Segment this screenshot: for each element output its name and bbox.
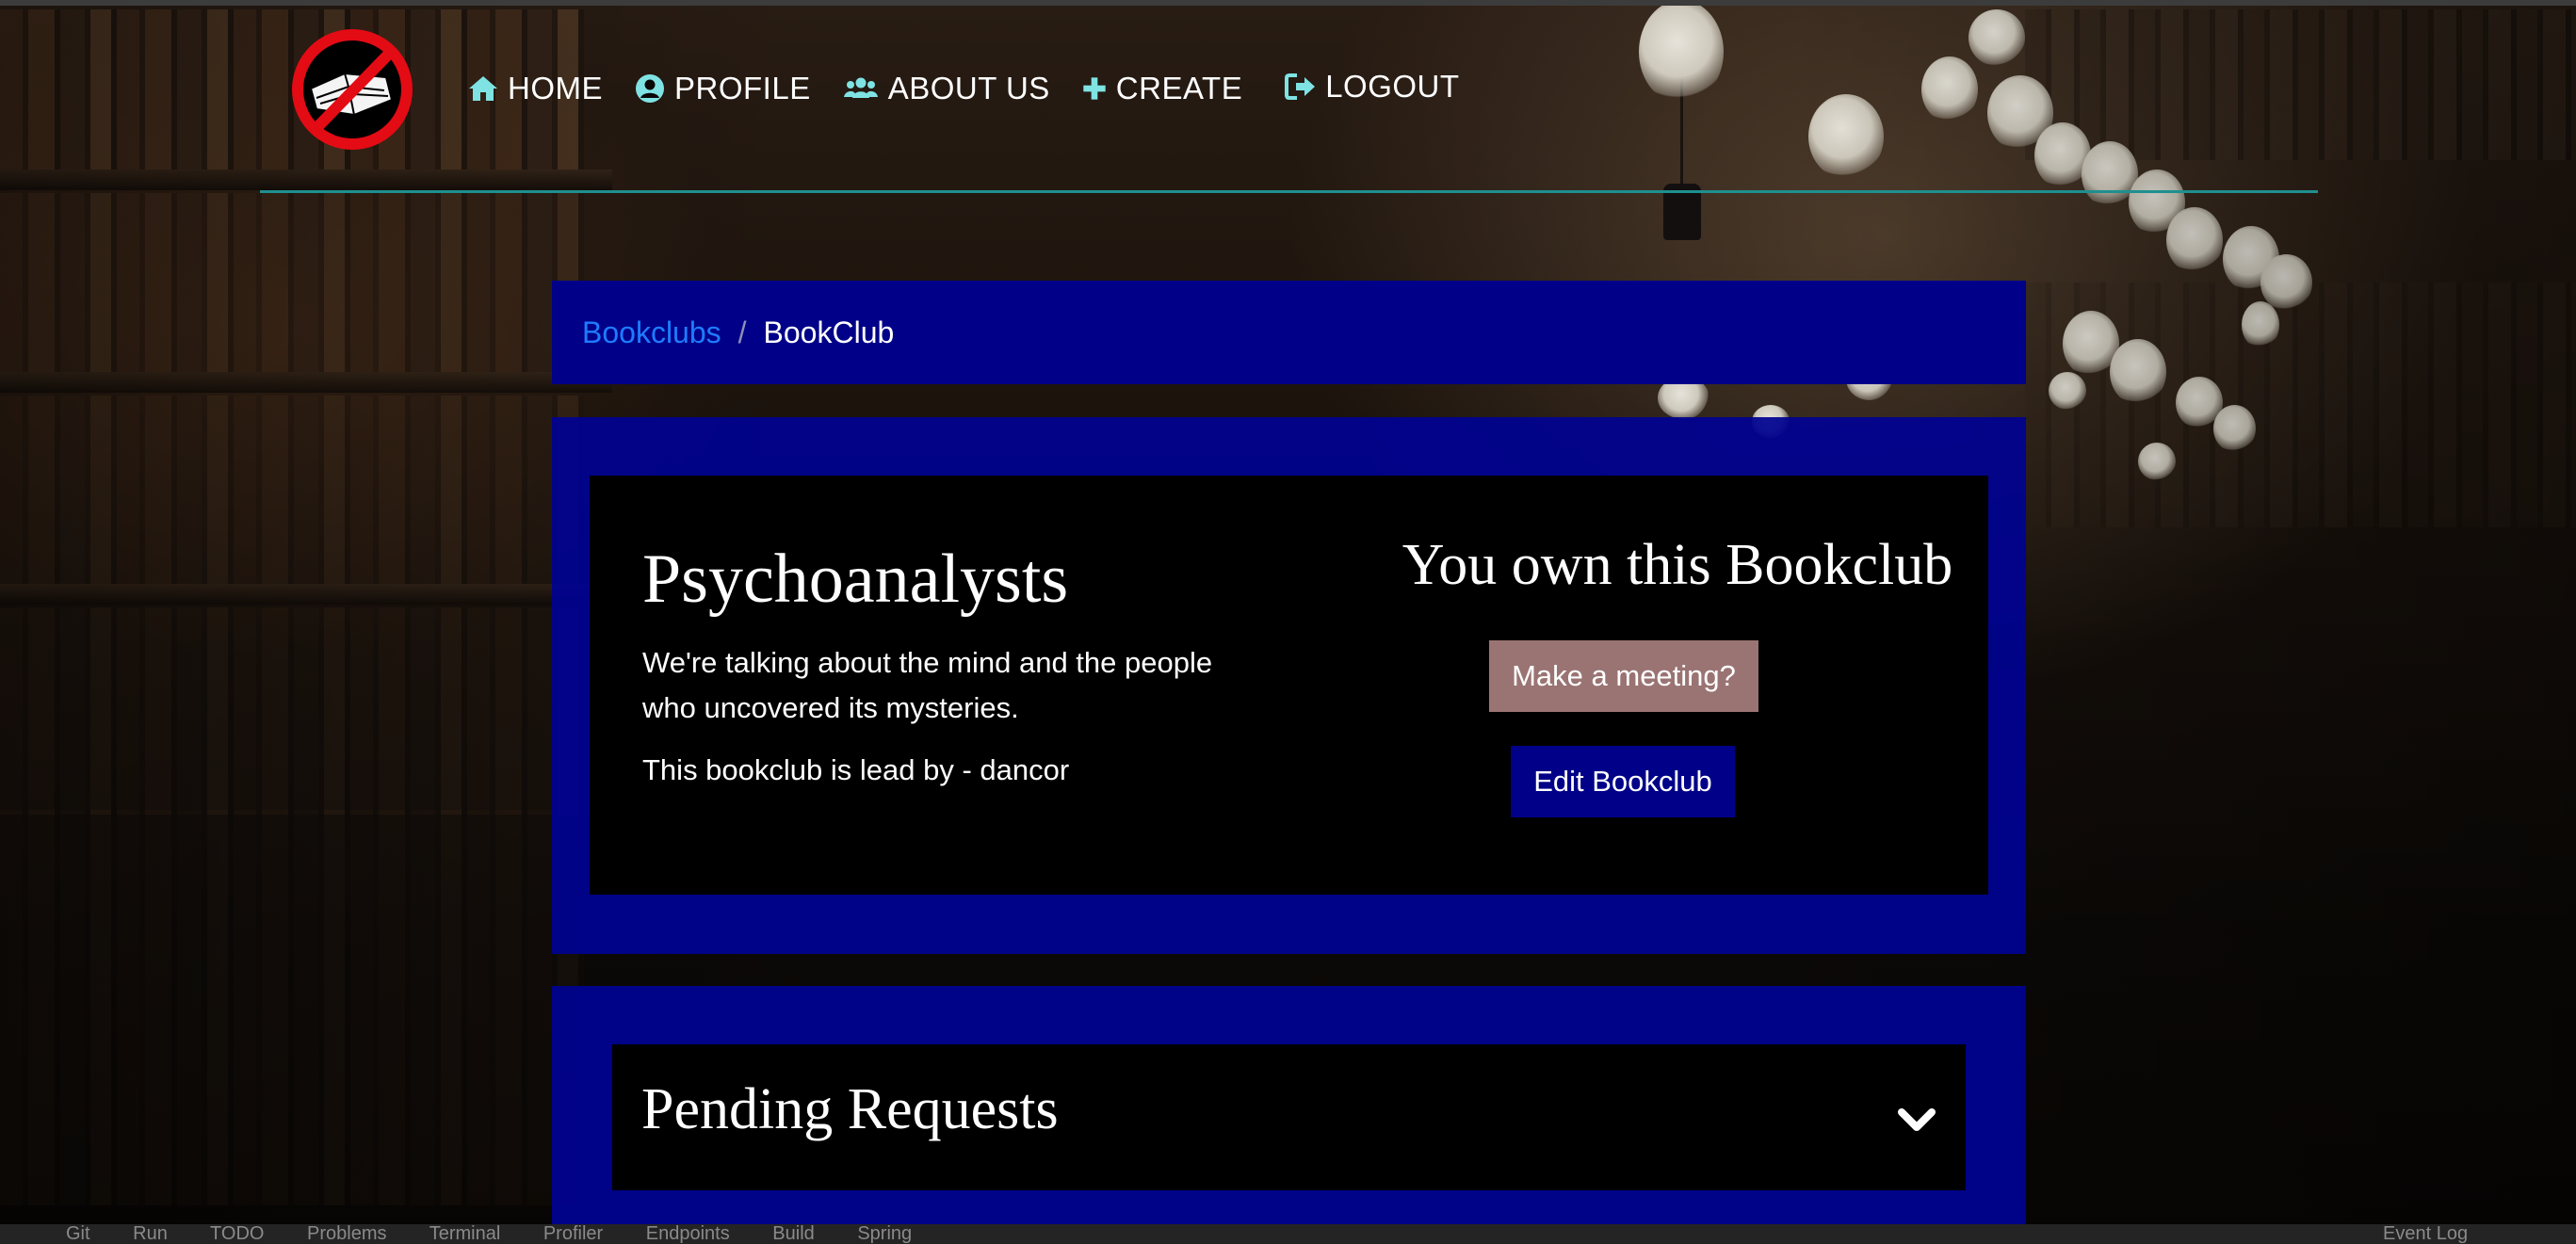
top-navigation: HOME PROFILE ABOUT US CREATE LOGOUT [0, 0, 2576, 198]
pending-requests-panel: Pending Requests [552, 986, 2026, 1244]
edit-bookclub-button[interactable]: Edit Bookclub [1511, 746, 1735, 817]
nav-logout-label: LOGOUT [1325, 69, 1460, 104]
nav-home[interactable]: HOME [466, 71, 603, 106]
chevron-down-icon[interactable] [1896, 1099, 1937, 1140]
user-circle-icon [636, 74, 664, 103]
ide-tab[interactable]: Terminal [429, 1224, 501, 1244]
nav-about-us[interactable]: ABOUT US [841, 71, 1050, 106]
ide-tool-window-bar: Git Run TODO Problems Terminal Profiler … [0, 1224, 2576, 1244]
sign-out-icon [1285, 73, 1316, 100]
ide-tab[interactable]: Run [133, 1224, 168, 1244]
ide-tab[interactable]: Build [772, 1224, 814, 1244]
bookclub-panel: Psychoanalysts We're talking about the m… [552, 417, 2026, 954]
nav-logout[interactable]: LOGOUT [1284, 69, 1459, 105]
make-meeting-button[interactable]: Make a meeting? [1489, 640, 1758, 712]
ide-tab[interactable]: Event Log [2383, 1224, 2468, 1244]
ide-tab[interactable]: Problems [307, 1224, 386, 1244]
breadcrumb-separator: / [737, 315, 747, 349]
pending-requests-title: Pending Requests [641, 1077, 1059, 1141]
bookclub-title: Psychoanalysts [642, 541, 1069, 618]
plus-icon [1083, 77, 1106, 100]
ide-tab[interactable]: Endpoints [646, 1224, 730, 1244]
bookclub-card: Psychoanalysts We're talking about the m… [590, 476, 1988, 895]
pending-requests-toggle[interactable]: Pending Requests [612, 1044, 1966, 1190]
ide-tab[interactable]: Git [66, 1224, 90, 1244]
nav-create[interactable]: CREATE [1080, 71, 1242, 106]
bookclub-description: We're talking about the mind and the peo… [642, 646, 1213, 724]
breadcrumb-bookclubs-link[interactable]: Bookclubs [582, 315, 721, 350]
owner-heading: You own this Bookclub [1401, 533, 1953, 597]
home-icon [469, 76, 497, 101]
ide-tab[interactable]: Spring [857, 1224, 912, 1244]
nav-create-label: CREATE [1115, 71, 1243, 105]
no-books-logo[interactable] [288, 28, 416, 151]
nav-home-label: HOME [508, 71, 603, 105]
breadcrumb: Bookclubs / BookClub [552, 281, 2026, 384]
nav-about-us-label: ABOUT US [887, 71, 1050, 105]
ide-tab[interactable]: Profiler [543, 1224, 603, 1244]
users-icon [843, 77, 878, 98]
nav-links: HOME PROFILE ABOUT US CREATE LOGOUT [466, 69, 1490, 106]
nav-profile[interactable]: PROFILE [633, 71, 811, 106]
nav-divider [260, 190, 2318, 193]
bookclub-leader: This bookclub is lead by - dancor [642, 753, 1070, 786]
breadcrumb-current: BookClub [763, 315, 895, 349]
ide-tab[interactable]: TODO [210, 1224, 264, 1244]
nav-profile-label: PROFILE [674, 71, 811, 105]
